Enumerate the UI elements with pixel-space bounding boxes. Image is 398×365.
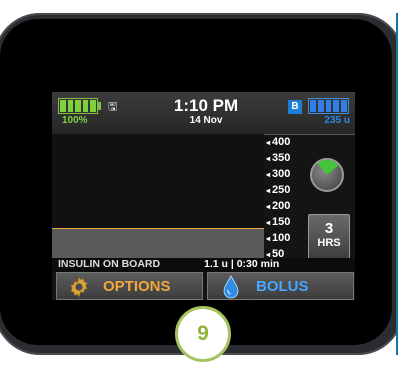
options-button[interactable]: OPTIONS	[56, 272, 203, 300]
status-badge: B	[288, 100, 302, 114]
bolus-label: BOLUS	[256, 278, 309, 295]
axis-tick: 100	[266, 232, 302, 244]
clock-time: 1:10 PM	[173, 96, 239, 115]
axis-tick: 400	[266, 136, 302, 148]
pump-screen: 100% 🖫 1:10 PM 14 Nov B 235 u 400 350 30…	[52, 92, 355, 300]
iob-label: INSULIN ON BOARD	[58, 258, 161, 270]
axis-tick: 300	[266, 168, 302, 180]
drop-icon	[223, 275, 239, 299]
battery-indicator	[58, 98, 98, 114]
cartridge-units: 235 u	[324, 115, 350, 126]
cartridge-indicator	[308, 98, 349, 114]
glucose-axis: 400 350 300 250 200 150 100 50	[266, 136, 302, 260]
axis-tick: 350	[266, 152, 302, 164]
glucose-graph[interactable]	[52, 134, 264, 265]
antenna-icon: 🖫	[108, 101, 118, 113]
hours-value: 3	[324, 220, 334, 237]
axis-tick: 250	[266, 184, 302, 196]
gear-icon	[70, 276, 88, 298]
hours-label: HRS	[317, 237, 341, 249]
clock-icon	[310, 158, 344, 192]
bolus-button[interactable]: BOLUS	[207, 272, 354, 300]
status-bar: 100% 🖫 1:10 PM 14 Nov B 235 u	[52, 92, 355, 135]
options-label: OPTIONS	[103, 278, 171, 295]
insulin-on-board-bar: INSULIN ON BOARD 1.1 u | 0:30 min	[52, 258, 355, 272]
step-callout: 9	[175, 306, 231, 362]
battery-tip	[98, 102, 101, 110]
graph-hours-button[interactable]: 3 HRS	[308, 214, 350, 260]
battery-percent: 100%	[62, 115, 88, 126]
axis-tick: 150	[266, 216, 302, 228]
iob-value: 1.1 u | 0:30 min	[204, 258, 280, 270]
high-target-line	[52, 228, 264, 229]
clock-date: 14 Nov	[189, 115, 223, 126]
axis-tick: 200	[266, 200, 302, 212]
